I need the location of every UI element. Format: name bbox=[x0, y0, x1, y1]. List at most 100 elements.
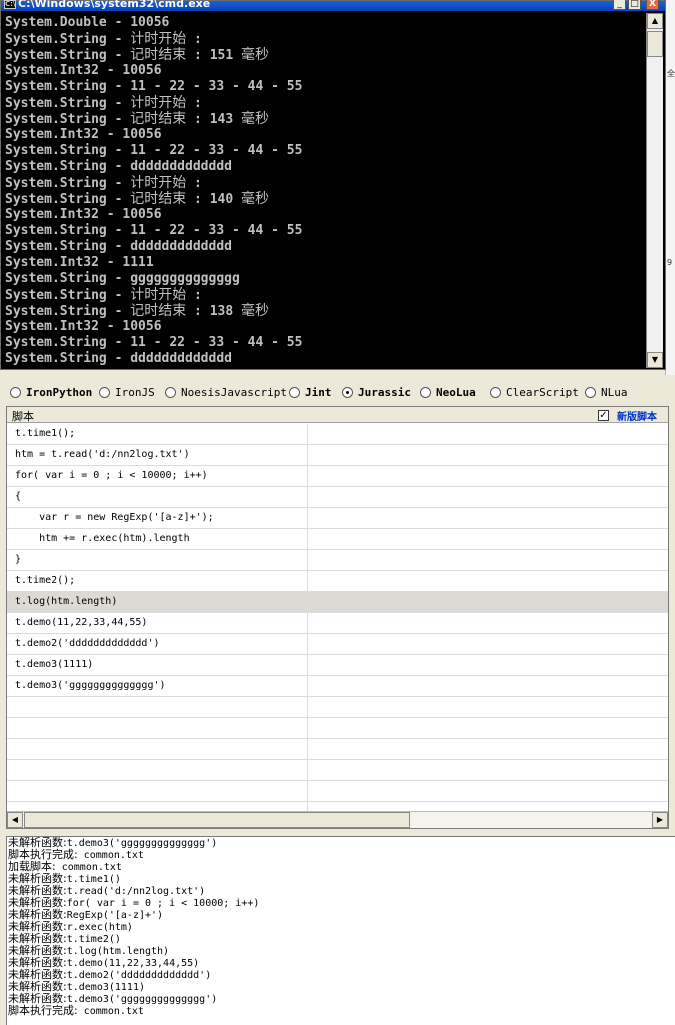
console-line-value: : 151 bbox=[186, 48, 242, 63]
engine-option-clearscript[interactable]: ClearScript bbox=[490, 384, 579, 400]
radio-button[interactable] bbox=[289, 386, 300, 398]
console-line-value: : bbox=[186, 96, 202, 111]
console-line: System.String - 11 - 22 - 33 - 44 - 55 bbox=[5, 143, 645, 159]
console-line-text: System.Int32 - 10056 bbox=[5, 207, 162, 222]
console-line: System.String - 计时开始 : bbox=[5, 31, 645, 47]
log-entry: 未解析函数:t.demo3('gggggggggggggg') bbox=[7, 993, 675, 1006]
script-cell[interactable]: t.time1(); bbox=[7, 424, 308, 444]
console-line-value: : bbox=[186, 32, 202, 47]
radio-button[interactable] bbox=[342, 386, 353, 398]
script-cell[interactable] bbox=[7, 718, 308, 738]
script-column-header[interactable]: 脚本 bbox=[12, 408, 34, 424]
script-cell[interactable]: htm = t.read('d:/nn2log.txt') bbox=[7, 445, 308, 465]
script-cell[interactable] bbox=[7, 781, 308, 801]
console-line-unit: 毫秒 bbox=[241, 191, 270, 207]
table-row[interactable] bbox=[7, 697, 668, 718]
radio-button[interactable] bbox=[490, 386, 501, 398]
engine-option-jint[interactable]: Jint bbox=[289, 384, 332, 400]
table-row[interactable]: } bbox=[7, 550, 668, 571]
minimize-button[interactable]: _ bbox=[613, 0, 626, 10]
grid-scroll-thumb[interactable] bbox=[24, 812, 410, 828]
console-line-text: System.Double - 10056 bbox=[5, 15, 170, 30]
table-row[interactable]: for( var i = 0 ; i < 10000; i++) bbox=[7, 466, 668, 487]
table-row[interactable]: t.demo3('gggggggggggggg') bbox=[7, 676, 668, 697]
scroll-right-arrow-icon[interactable]: ▶ bbox=[652, 812, 668, 828]
table-row[interactable]: t.time1(); bbox=[7, 424, 668, 445]
script-cell[interactable] bbox=[7, 760, 308, 780]
engine-option-nlua[interactable]: NLua bbox=[585, 384, 628, 400]
console-scroll-thumb[interactable] bbox=[647, 31, 663, 57]
grid-horizontal-scrollbar[interactable]: ◀ ▶ bbox=[7, 811, 668, 828]
script-cell[interactable]: { bbox=[7, 487, 308, 507]
table-row[interactable]: htm += r.exec(htm).length bbox=[7, 529, 668, 550]
console-line-text: System.String - bbox=[5, 32, 131, 47]
console-line: System.Int32 - 1111 bbox=[5, 255, 645, 271]
script-cell[interactable] bbox=[7, 697, 308, 717]
script-cell[interactable]: htm += r.exec(htm).length bbox=[7, 529, 308, 549]
table-row[interactable]: t.log(htm.length) bbox=[7, 592, 668, 613]
engine-option-noesisjavascript[interactable]: NoesisJavascript bbox=[165, 384, 287, 400]
scroll-up-arrow-icon[interactable]: ▲ bbox=[647, 13, 663, 29]
table-row[interactable]: t.time2(); bbox=[7, 571, 668, 592]
log-entry-text: RegExp('[a-z]+') bbox=[66, 910, 164, 921]
table-row[interactable]: { bbox=[7, 487, 668, 508]
console-line: System.String - 计时开始 : bbox=[5, 175, 645, 191]
close-button[interactable]: X bbox=[646, 0, 659, 10]
console-line: System.Int32 - 10056 bbox=[5, 207, 645, 223]
log-entry-text: common.txt bbox=[77, 850, 144, 861]
console-scrollbar[interactable]: ▲ ▼ bbox=[646, 13, 663, 368]
console-title: C:\ C:\Windows\system32\cmd.exe bbox=[4, 0, 210, 10]
script-cell[interactable]: } bbox=[7, 550, 308, 570]
table-row[interactable]: t.demo(11,22,33,44,55) bbox=[7, 613, 668, 634]
script-cell[interactable]: for( var i = 0 ; i < 10000; i++) bbox=[7, 466, 308, 486]
script-cell[interactable]: t.demo2('ddddddddddddd') bbox=[7, 634, 308, 654]
radio-button[interactable] bbox=[420, 386, 431, 398]
script-cell[interactable]: var r = new RegExp('[a-z]+'); bbox=[7, 508, 308, 528]
console-line-label: 计时开始 bbox=[130, 95, 187, 111]
log-entry: 未解析函数:t.time2() bbox=[7, 933, 675, 946]
log-entry-text: for( var i = 0 ; i < 10000; i++) bbox=[66, 898, 260, 909]
script-cell[interactable]: t.demo3('gggggggggggggg') bbox=[7, 676, 308, 696]
script-cell[interactable]: t.demo3(1111) bbox=[7, 655, 308, 675]
console-line-text: System.Int32 - 10056 bbox=[5, 63, 162, 78]
radio-button[interactable] bbox=[10, 386, 21, 398]
engine-option-ironpython[interactable]: IronPython bbox=[10, 384, 92, 400]
console-line: System.String - 计时开始 : bbox=[5, 287, 645, 303]
console-title-bar[interactable]: C:\ C:\Windows\system32\cmd.exe _ □ X bbox=[1, 0, 665, 11]
console-line-value: : bbox=[186, 288, 202, 303]
console-line-text: System.String - bbox=[5, 96, 131, 111]
console-line-text: System.Int32 - 1111 bbox=[5, 255, 154, 270]
table-row[interactable] bbox=[7, 760, 668, 781]
table-row[interactable]: t.demo3(1111) bbox=[7, 655, 668, 676]
scroll-left-arrow-icon[interactable]: ◀ bbox=[7, 812, 23, 828]
table-row[interactable] bbox=[7, 781, 668, 802]
table-row[interactable]: htm = t.read('d:/nn2log.txt') bbox=[7, 445, 668, 466]
new-script-checkbox[interactable]: ✓ bbox=[598, 410, 609, 421]
maximize-button[interactable]: □ bbox=[628, 0, 641, 10]
engine-option-jurassic[interactable]: Jurassic bbox=[342, 384, 411, 400]
table-row[interactable]: var r = new RegExp('[a-z]+'); bbox=[7, 508, 668, 529]
grid-rows: t.time1(); htm = t.read('d:/nn2log.txt') f… bbox=[7, 424, 668, 823]
scroll-down-arrow-icon[interactable]: ▼ bbox=[647, 352, 663, 368]
new-script-toggle[interactable]: ✓ 新版脚本 bbox=[598, 408, 657, 423]
background-text-1: 全 bbox=[667, 69, 675, 78]
console-line-unit: 毫秒 bbox=[241, 47, 270, 63]
script-cell[interactable]: t.time2(); bbox=[7, 571, 308, 591]
script-cell[interactable]: t.log(htm.length) bbox=[7, 592, 308, 612]
log-panel[interactable]: 未解析函数:t.demo3('gggggggggggggg') 脚本执行完成: c… bbox=[6, 836, 675, 1025]
engine-option-ironjs[interactable]: IronJS bbox=[99, 384, 155, 400]
script-cell[interactable] bbox=[7, 739, 308, 759]
table-row[interactable] bbox=[7, 718, 668, 739]
console-line-text: System.Int32 - 10056 bbox=[5, 319, 162, 334]
radio-button[interactable] bbox=[99, 386, 110, 398]
table-row[interactable] bbox=[7, 739, 668, 760]
engine-option-neolua[interactable]: NeoLua bbox=[420, 384, 476, 400]
console-line-text: System.String - bbox=[5, 288, 131, 303]
radio-button[interactable] bbox=[165, 386, 176, 398]
table-row[interactable]: t.demo2('ddddddddddddd') bbox=[7, 634, 668, 655]
radio-button[interactable] bbox=[585, 386, 596, 398]
console-line-value: : 138 bbox=[186, 304, 242, 319]
script-cell[interactable]: t.demo(11,22,33,44,55) bbox=[7, 613, 308, 633]
log-entry: 未解析函数:t.log(htm.length) bbox=[7, 945, 675, 958]
console-line-label: 计时开始 bbox=[130, 31, 187, 47]
